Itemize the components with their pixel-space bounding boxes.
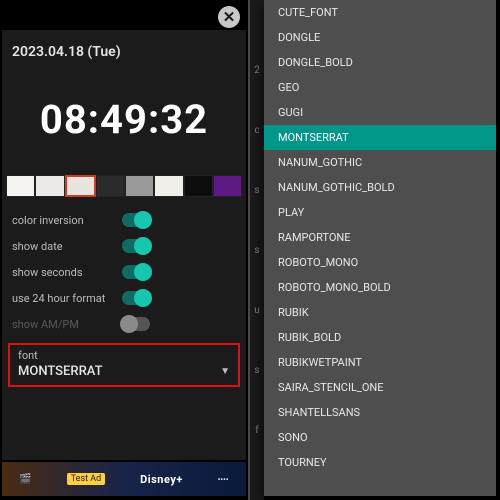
- font-option[interactable]: RUBIK_BOLD: [264, 325, 496, 350]
- color-swatch[interactable]: [184, 175, 213, 197]
- clock-settings-dialog: 2023.04.18 (Tue) 08:49:32 color inversio…: [2, 30, 246, 460]
- font-option[interactable]: RAMPORTONE: [264, 225, 496, 250]
- font-option[interactable]: MONTSERRAT: [264, 125, 496, 150]
- font-option[interactable]: CUTE_FONT: [264, 0, 496, 25]
- setting-label: show AM/PM: [12, 318, 122, 331]
- color-swatch[interactable]: [6, 175, 35, 197]
- close-icon[interactable]: ✕: [218, 6, 240, 28]
- background-peek: 2 c s s u s f: [250, 0, 264, 500]
- ad-badge: Test Ad: [67, 473, 105, 485]
- font-option[interactable]: RUBIKWETPAINT: [264, 350, 496, 375]
- font-option[interactable]: NANUM_GOTHIC_BOLD: [264, 175, 496, 200]
- setting-label: show seconds: [12, 266, 122, 279]
- setting-label: color inversion: [12, 214, 122, 227]
- font-dropdown-menu[interactable]: CUTE_FONTDONGLEDONGLE_BOLDGEOGUGIMONTSER…: [264, 0, 496, 496]
- settings-pane: ✕ 2023.04.18 (Tue) 08:49:32 color invers…: [0, 0, 250, 500]
- setting-label: show date: [12, 240, 122, 253]
- color-swatch[interactable]: [125, 175, 154, 197]
- toggle-show-ampm: [122, 317, 150, 331]
- time-display: 08:49:32: [2, 68, 246, 175]
- close-row: ✕: [0, 0, 248, 30]
- ad-brand: Disney+: [140, 473, 183, 486]
- font-option[interactable]: ROBOTO_MONO: [264, 250, 496, 275]
- color-swatch[interactable]: [96, 175, 125, 197]
- settings-list: color inversion show date show seconds u…: [2, 199, 246, 337]
- font-value-row: MONTSERRAT ▼: [18, 362, 230, 379]
- font-selector[interactable]: font MONTSERRAT ▼: [8, 343, 240, 387]
- ad-thumb-icon: 🎬: [19, 474, 31, 485]
- font-option[interactable]: DONGLE_BOLD: [264, 50, 496, 75]
- font-option[interactable]: SHANTELLSANS: [264, 400, 496, 425]
- setting-color-inversion: color inversion: [12, 207, 236, 233]
- color-swatch-selected[interactable]: [65, 175, 96, 197]
- font-value: MONTSERRAT: [18, 364, 103, 379]
- font-option[interactable]: GUGI: [264, 100, 496, 125]
- setting-show-ampm: show AM/PM: [12, 311, 236, 337]
- font-option[interactable]: GEO: [264, 75, 496, 100]
- date-display: 2023.04.18 (Tue): [2, 30, 246, 68]
- toggle-color-inversion[interactable]: [122, 213, 150, 227]
- toggle-show-date[interactable]: [122, 239, 150, 253]
- ad-banner[interactable]: 🎬 Test Ad Disney+ ••••: [2, 462, 246, 496]
- toggle-use-24h[interactable]: [122, 291, 150, 305]
- font-option[interactable]: TOURNEY: [264, 450, 496, 475]
- chevron-down-icon: ▼: [220, 366, 230, 377]
- font-option[interactable]: SONO: [264, 425, 496, 450]
- font-option[interactable]: RUBIK: [264, 300, 496, 325]
- setting-label: use 24 hour format: [12, 292, 122, 305]
- color-swatch[interactable]: [213, 175, 242, 197]
- font-label: font: [18, 349, 230, 362]
- setting-show-date: show date: [12, 233, 236, 259]
- color-swatch[interactable]: [35, 175, 64, 197]
- setting-use-24h: use 24 hour format: [12, 285, 236, 311]
- font-option[interactable]: SAIRA_STENCIL_ONE: [264, 375, 496, 400]
- ad-text: ••••: [218, 475, 229, 484]
- font-dropdown-pane: 2 c s s u s f CUTE_FONTDONGLEDONGLE_BOLD…: [250, 0, 500, 500]
- font-option[interactable]: ROBOTO_MONO_BOLD: [264, 275, 496, 300]
- font-option[interactable]: NANUM_GOTHIC: [264, 150, 496, 175]
- font-option[interactable]: DONGLE: [264, 25, 496, 50]
- color-swatch[interactable]: [154, 175, 183, 197]
- setting-show-seconds: show seconds: [12, 259, 236, 285]
- color-swatch-row: [2, 175, 246, 199]
- font-option[interactable]: PLAY: [264, 200, 496, 225]
- toggle-show-seconds[interactable]: [122, 265, 150, 279]
